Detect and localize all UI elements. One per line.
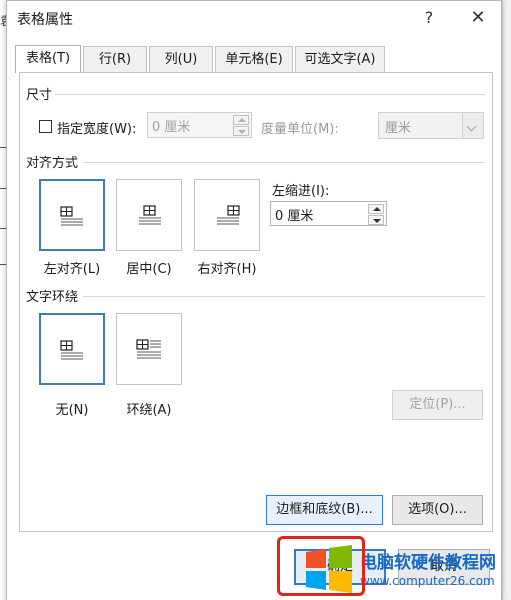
align-right-tile[interactable] bbox=[194, 179, 260, 251]
width-value-text: 0 厘米 bbox=[152, 120, 191, 135]
help-button[interactable]: ? bbox=[414, 5, 444, 31]
spin-down-icon[interactable] bbox=[368, 215, 384, 225]
indent-value-text: 0 厘米 bbox=[275, 209, 314, 224]
table-properties-dialog: 表格属性 ? ✕ 表格(T) 行(R) 列(U) 单元格(E) 可选文字(A) … bbox=[6, 0, 502, 600]
preferred-width-checkbox[interactable] bbox=[39, 120, 52, 133]
spin-down-icon[interactable] bbox=[233, 126, 249, 136]
close-button[interactable]: ✕ bbox=[463, 5, 493, 31]
tab-alt-text[interactable]: 可选文字(A) bbox=[295, 46, 385, 72]
align-center-icon bbox=[139, 205, 161, 225]
tab-column[interactable]: 列(U) bbox=[149, 46, 213, 72]
indent-value-input[interactable]: 0 厘米 bbox=[270, 201, 387, 226]
align-left-icon bbox=[60, 206, 83, 226]
align-right-label: 右对齐(H) bbox=[197, 262, 257, 277]
alignment-section-title: 对齐方式 bbox=[26, 156, 79, 171]
wrap-none-tile[interactable] bbox=[39, 313, 105, 385]
spin-up-icon[interactable] bbox=[368, 204, 384, 214]
preferred-width-label: 指定宽度(W): bbox=[57, 122, 137, 137]
align-left-label: 左对齐(L) bbox=[43, 262, 101, 277]
indent-label: 左缩进(I): bbox=[272, 184, 330, 199]
watermark-text: 电脑软硬件教程网 bbox=[360, 553, 496, 573]
wrap-none-label: 无(N) bbox=[55, 403, 89, 418]
tab-table[interactable]: 表格(T) bbox=[15, 45, 81, 73]
annotation-highlight-box bbox=[277, 536, 365, 596]
watermark-url: www.computer26.com bbox=[360, 574, 495, 588]
measure-in-label: 度量单位(M): bbox=[261, 122, 339, 137]
align-right-icon bbox=[217, 205, 240, 225]
wrap-none-icon bbox=[60, 340, 83, 360]
wrap-around-icon bbox=[136, 339, 161, 359]
wrap-around-tile[interactable] bbox=[116, 313, 182, 385]
section-divider bbox=[55, 94, 485, 95]
measure-in-value: 厘米 bbox=[385, 121, 412, 136]
align-center-label: 居中(C) bbox=[126, 262, 172, 277]
chevron-down-icon bbox=[462, 113, 483, 138]
spin-up-icon[interactable] bbox=[233, 115, 249, 125]
positioning-button[interactable]: 定位(P)... bbox=[392, 390, 483, 420]
measure-in-select[interactable]: 厘米 bbox=[378, 112, 484, 139]
options-button[interactable]: 选项(O)... bbox=[392, 495, 483, 525]
background-scroll-area bbox=[502, 0, 511, 600]
title-bar: 表格属性 ? ✕ bbox=[7, 1, 501, 37]
wrap-around-label: 环绕(A) bbox=[126, 403, 172, 418]
width-value-input[interactable]: 0 厘米 bbox=[147, 112, 252, 138]
width-spinner bbox=[233, 115, 249, 137]
tab-row[interactable]: 行(R) bbox=[83, 46, 147, 72]
screen: 袁 表格属性 ? ✕ 表格(T) 行(R) 列(U) 单元格(E) 可选文字(A… bbox=[0, 0, 511, 600]
section-divider bbox=[83, 162, 485, 163]
text-wrapping-section-title: 文字环绕 bbox=[26, 290, 79, 305]
indent-spinner bbox=[368, 204, 384, 226]
tab-panel-table bbox=[19, 72, 493, 532]
size-section-title: 尺寸 bbox=[26, 88, 53, 103]
align-center-tile[interactable] bbox=[116, 179, 182, 251]
borders-and-shading-button[interactable]: 边框和底纹(B)... bbox=[266, 495, 383, 525]
dialog-title: 表格属性 bbox=[17, 12, 73, 28]
tab-cell[interactable]: 单元格(E) bbox=[215, 46, 293, 72]
section-divider bbox=[83, 296, 485, 297]
align-left-tile[interactable] bbox=[39, 179, 105, 251]
